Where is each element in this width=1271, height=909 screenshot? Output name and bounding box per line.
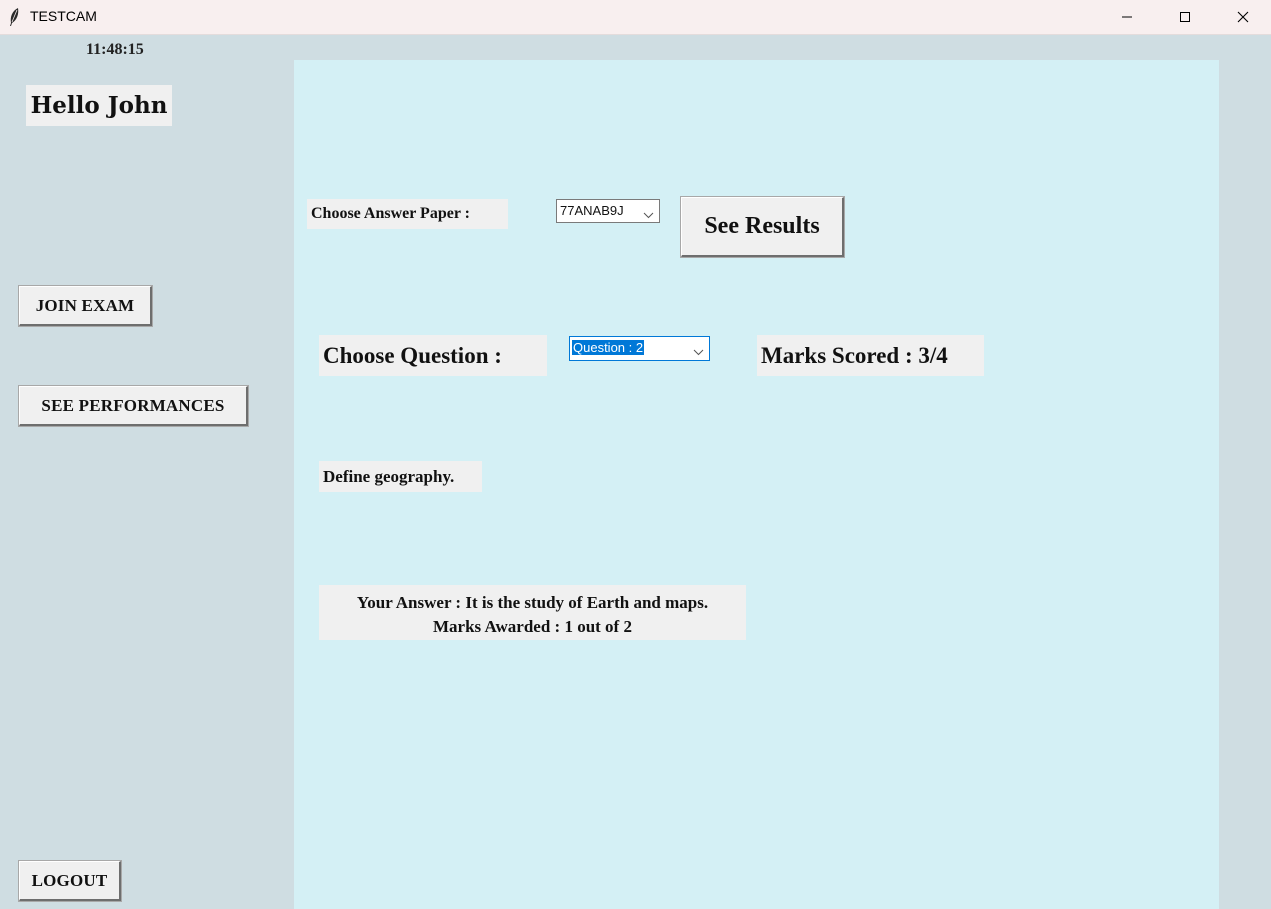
greeting: Hello John — [26, 85, 172, 126]
question-label: Choose Question : — [319, 335, 547, 376]
logout-button[interactable]: LOGOUT — [19, 861, 121, 901]
maximize-icon — [1179, 11, 1191, 23]
question-value: Question : 2 — [572, 340, 645, 355]
close-button[interactable] — [1214, 0, 1271, 34]
marks-scored: Marks Scored : 3/4 — [757, 335, 984, 376]
question-text: Define geography. — [319, 461, 482, 492]
clock: 11:48:15 — [86, 41, 144, 58]
marks-awarded: Marks Awarded : 1 out of 2 — [433, 617, 632, 636]
minimize-button[interactable] — [1098, 0, 1156, 34]
chevron-down-icon — [693, 344, 704, 359]
feather-icon — [8, 7, 20, 27]
join-exam-button[interactable]: JOIN EXAM — [19, 286, 152, 326]
title-bar: TESTCAM — [0, 0, 1271, 35]
your-answer: Your Answer : It is the study of Earth a… — [356, 593, 709, 612]
see-results-button[interactable]: See Results — [681, 197, 844, 257]
see-performances-button[interactable]: SEE PERFORMANCES — [19, 386, 248, 426]
answer-box: Your Answer : It is the study of Earth a… — [319, 585, 746, 640]
answer-paper-select[interactable]: 77ANAB9J — [556, 199, 660, 223]
close-icon — [1237, 11, 1249, 23]
minimize-icon — [1121, 11, 1133, 23]
window-title: TESTCAM — [30, 8, 97, 24]
question-select[interactable]: Question : 2 — [569, 336, 710, 361]
chevron-down-icon — [643, 207, 654, 222]
maximize-button[interactable] — [1156, 0, 1214, 34]
answer-paper-value: 77ANAB9J — [560, 203, 624, 218]
answer-paper-label: Choose Answer Paper : — [307, 199, 508, 229]
